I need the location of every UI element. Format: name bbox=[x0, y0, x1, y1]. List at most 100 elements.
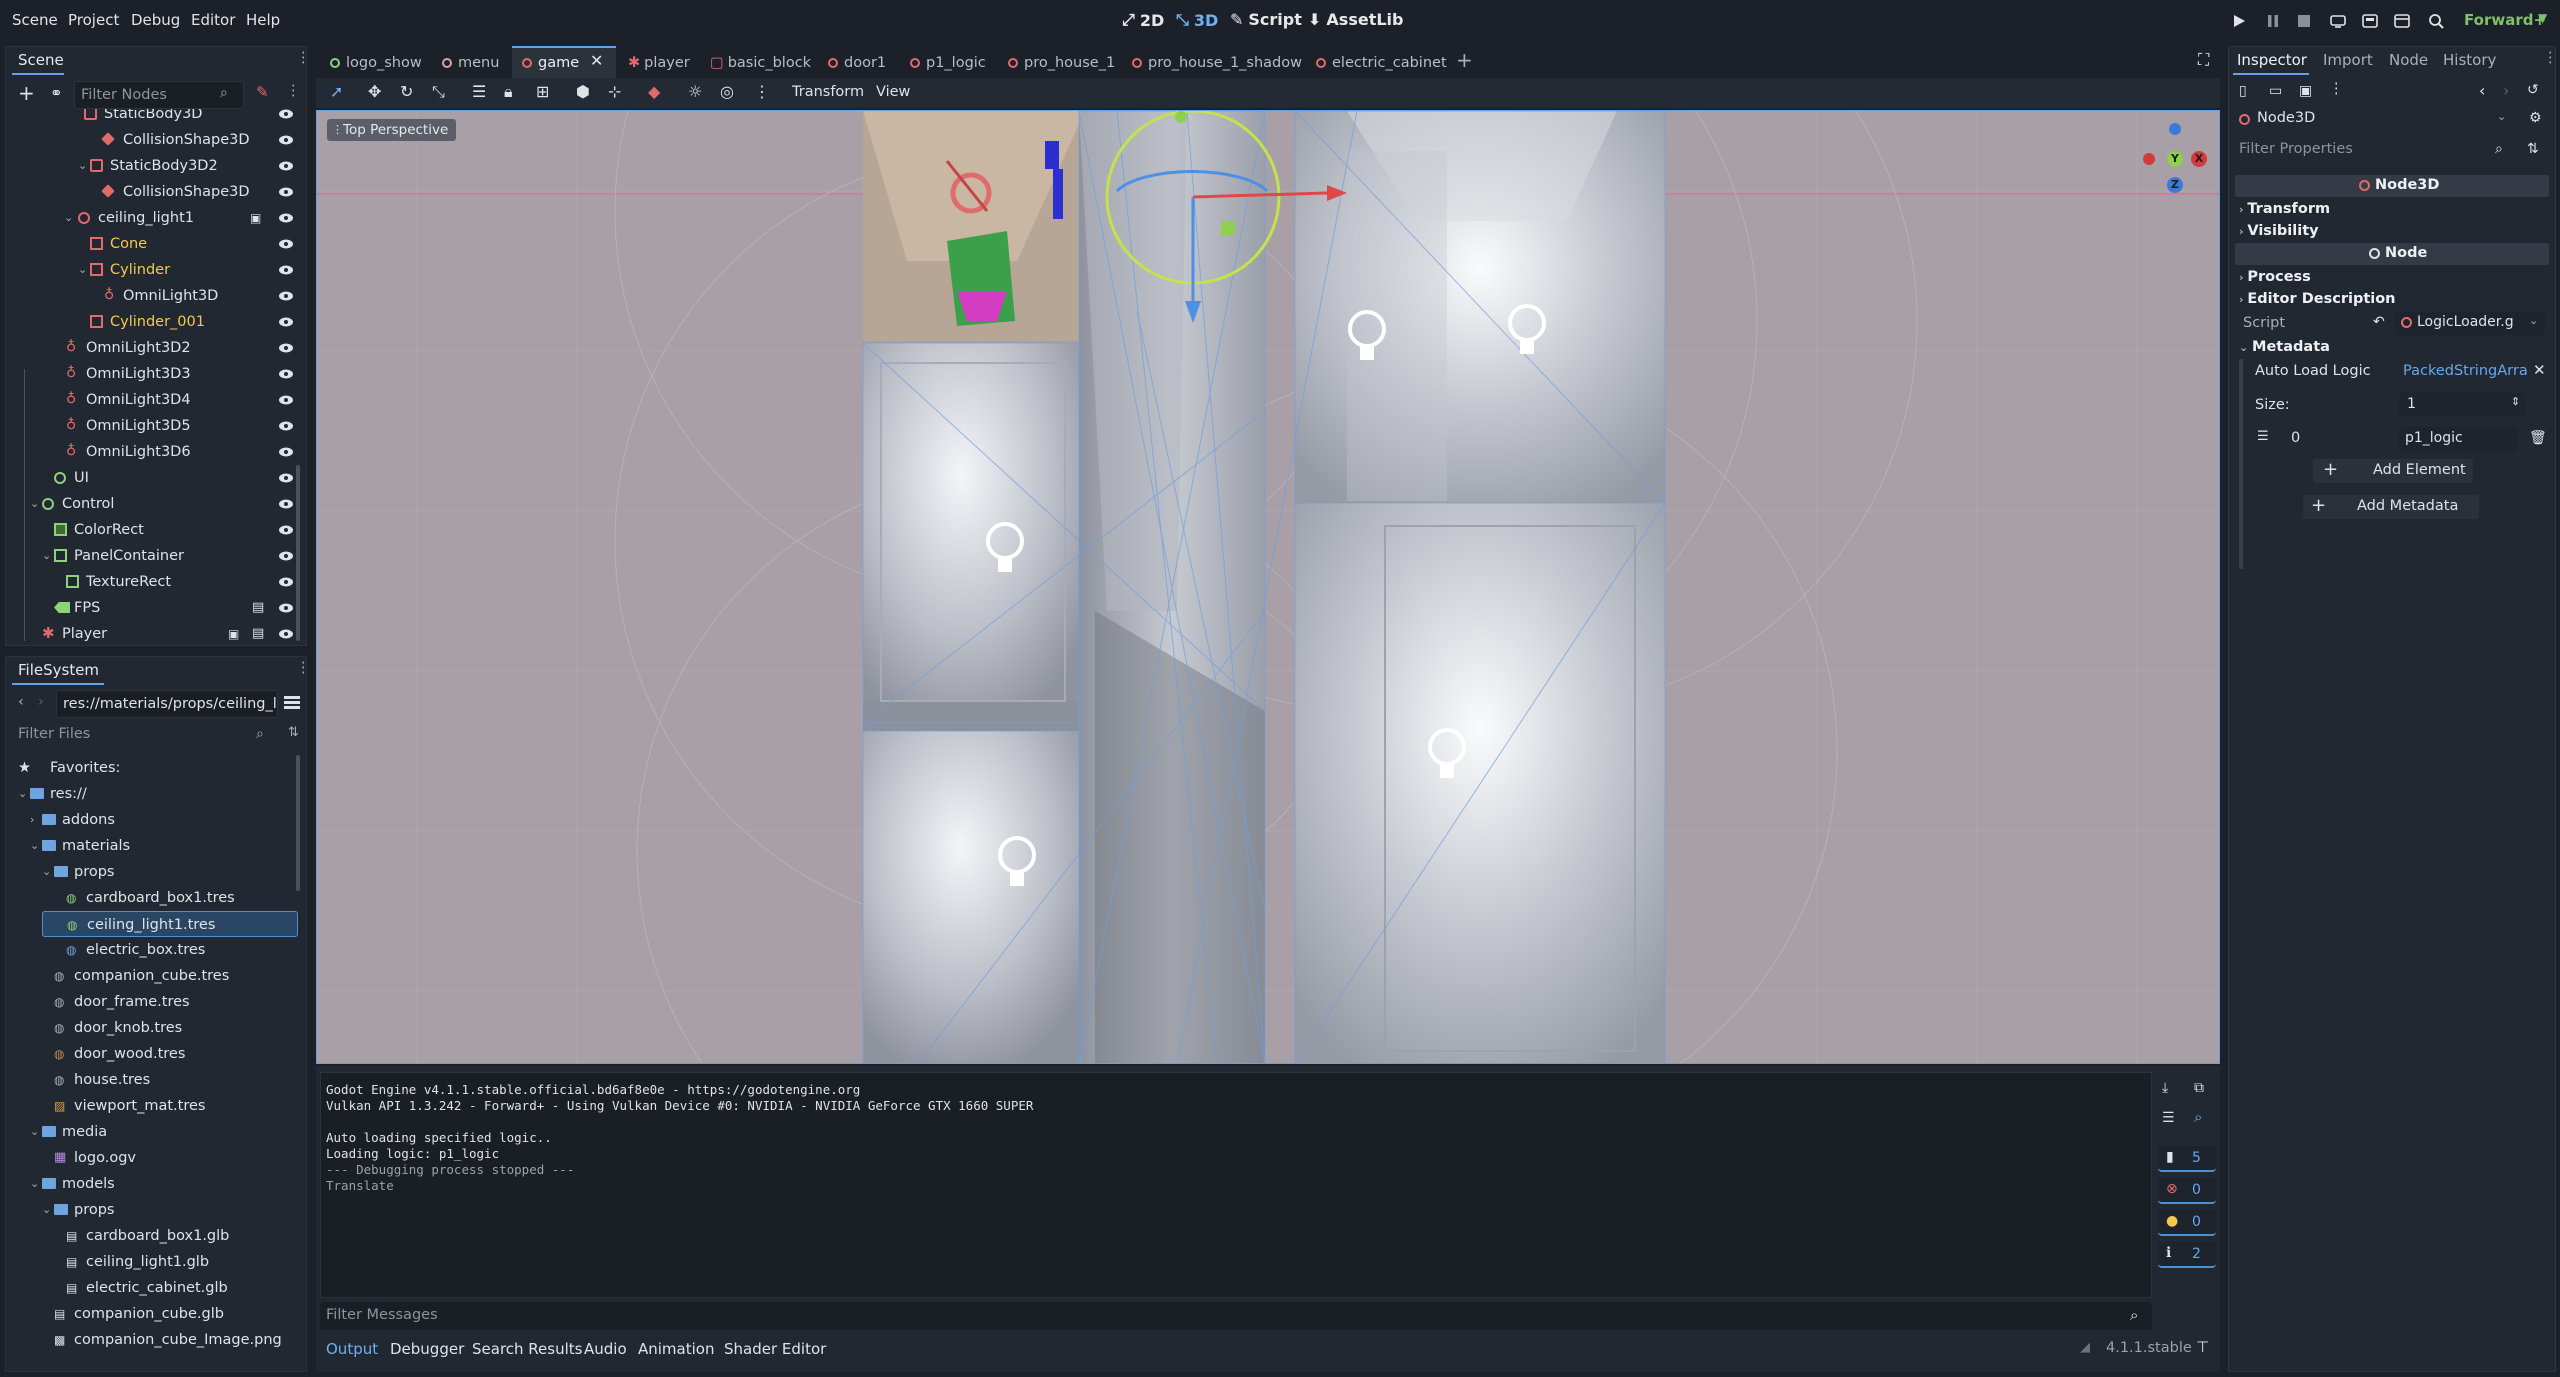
tab-menu[interactable]: menu bbox=[442, 48, 499, 78]
array-size-spinbox[interactable]: 1 ⇕ bbox=[2399, 393, 2525, 417]
chevron-down-icon[interactable]: ⌄ bbox=[30, 491, 39, 517]
visibility-icon[interactable] bbox=[278, 264, 294, 276]
tree-node-texturerect[interactable]: TextureRect bbox=[6, 569, 302, 595]
dock-menu-icon[interactable]: ⋮ bbox=[2543, 50, 2558, 66]
perspective-menu[interactable]: ⋮ Top Perspective bbox=[327, 119, 457, 141]
tree-node-control[interactable]: ⌄ Control bbox=[6, 491, 302, 517]
mode-assetlib-button[interactable]: ⬇ AssetLib bbox=[1308, 10, 1403, 29]
tab-debugger[interactable]: Debugger bbox=[390, 1340, 464, 1358]
visibility-icon[interactable] bbox=[278, 186, 294, 198]
add-element-button[interactable]: + Add Element bbox=[2313, 459, 2473, 483]
visibility-icon[interactable] bbox=[278, 134, 294, 146]
visibility-icon[interactable] bbox=[278, 290, 294, 302]
tab-p1-logic[interactable]: p1_logic bbox=[910, 48, 986, 78]
select-tool-icon[interactable]: ➚ bbox=[330, 82, 343, 101]
layout-toggle-icon[interactable] bbox=[284, 696, 300, 710]
axis-z-dot[interactable]: Z bbox=[2167, 177, 2183, 193]
chevron-down-icon[interactable]: ⌄ bbox=[64, 205, 73, 231]
error-filter-toggle[interactable]: ⊗ 0 bbox=[2158, 1178, 2216, 1204]
tree-node-cone[interactable]: Cone bbox=[6, 231, 302, 257]
remove-metadata-icon[interactable]: ✕ bbox=[2533, 361, 2546, 379]
view-menu[interactable]: View bbox=[876, 84, 910, 100]
scene-menu-icon[interactable]: ⋮ bbox=[286, 83, 301, 99]
local-space-icon[interactable]: ⬢ bbox=[576, 82, 590, 101]
pause-icon[interactable] bbox=[2266, 14, 2280, 28]
scene-instance-icon[interactable]: ▣ bbox=[250, 205, 261, 231]
list-select-icon[interactable]: ☰ bbox=[472, 82, 486, 101]
snap-icon[interactable]: ⊹ bbox=[608, 82, 621, 101]
tree-node-player[interactable]: ✱ Player ▣ ▤ bbox=[6, 621, 302, 641]
info-filter-toggle[interactable]: ℹ2 bbox=[2158, 1242, 2216, 1268]
visibility-icon[interactable] bbox=[278, 602, 294, 614]
visibility-icon[interactable] bbox=[278, 212, 294, 224]
section-metadata[interactable]: ⌄ Metadata bbox=[2239, 339, 2330, 355]
trash-icon[interactable]: 🗑︎ bbox=[2529, 430, 2547, 446]
property-settings-icon[interactable]: ⇅ bbox=[2527, 141, 2539, 157]
tree-node-omnilight3d3[interactable]: ♁ OmniLight3D3 bbox=[6, 361, 302, 387]
visibility-icon[interactable] bbox=[278, 238, 294, 250]
visibility-icon[interactable] bbox=[278, 472, 294, 484]
remote-debug-icon[interactable] bbox=[2330, 14, 2346, 28]
section-transform[interactable]: › Transform bbox=[2239, 201, 2330, 217]
play-custom-scene-icon[interactable] bbox=[2394, 14, 2410, 28]
rotate-tool-icon[interactable]: ↻ bbox=[400, 82, 413, 101]
tab-door1[interactable]: door1 bbox=[828, 48, 886, 78]
section-editor-description[interactable]: › Editor Description bbox=[2239, 291, 2396, 307]
tree-node-omnilight3d6[interactable]: ♁ OmniLight3D6 bbox=[6, 439, 302, 465]
script-resource-picker[interactable]: LogicLoader.g ⌄ bbox=[2395, 311, 2545, 335]
viewport-3d[interactable]: ⋮ Top Perspective Y X Z bbox=[316, 110, 2220, 1064]
axis-gizmo[interactable]: Y X Z bbox=[2135, 119, 2215, 199]
tab-player[interactable]: ✱ player bbox=[628, 48, 690, 78]
axis-neg-z-dot[interactable] bbox=[2169, 123, 2181, 135]
axis-x-dot[interactable]: X bbox=[2191, 151, 2207, 167]
mode-2d-button[interactable]: ⤢ 2D bbox=[1122, 10, 1164, 30]
visibility-icon[interactable] bbox=[278, 342, 294, 354]
file-tree-scrollbar[interactable] bbox=[296, 755, 300, 891]
visibility-icon[interactable] bbox=[278, 576, 294, 588]
collapse-messages-icon[interactable]: ☰ bbox=[2162, 1110, 2175, 1126]
visibility-icon[interactable] bbox=[278, 368, 294, 380]
warning-filter-toggle[interactable]: ● 0 bbox=[2158, 1210, 2216, 1236]
back-arrow-icon[interactable]: ‹ bbox=[2479, 81, 2485, 100]
tab-game[interactable]: game bbox=[522, 48, 579, 78]
link-icon[interactable]: ⚭ bbox=[50, 84, 63, 102]
dock-menu-icon[interactable]: ⋮ bbox=[296, 660, 306, 676]
add-node-icon[interactable]: + bbox=[18, 81, 35, 105]
stop-icon[interactable] bbox=[2298, 15, 2310, 27]
more-options-icon[interactable]: ⋮ bbox=[754, 82, 770, 101]
tab-output[interactable]: Output bbox=[326, 1340, 378, 1358]
tab-node[interactable]: Node bbox=[2389, 51, 2428, 69]
visibility-icon[interactable] bbox=[278, 524, 294, 536]
tree-node-omnilight3d5[interactable]: ♁ OmniLight3D5 bbox=[6, 413, 302, 439]
visibility-icon[interactable] bbox=[278, 498, 294, 510]
tab-pro-house-1[interactable]: pro_house_1 bbox=[1008, 48, 1115, 78]
renderer-selector[interactable]: Forward+ bbox=[2464, 11, 2546, 29]
chevron-down-icon[interactable]: ⌄ bbox=[18, 781, 27, 807]
forward-arrow-icon[interactable]: › bbox=[38, 694, 44, 710]
tree-node-cylinder-001[interactable]: Cylinder_001 bbox=[6, 309, 302, 335]
menu-scene[interactable]: Scene bbox=[12, 11, 58, 29]
menu-help[interactable]: Help bbox=[246, 11, 280, 29]
forward-arrow-icon[interactable]: › bbox=[2503, 81, 2509, 100]
tree-node-panelcontainer[interactable]: ⌄ PanelContainer bbox=[6, 543, 302, 569]
lock-icon[interactable]: 🔒︎ bbox=[504, 82, 513, 102]
tree-node-collisionshape3d[interactable]: CollisionShape3D bbox=[6, 127, 302, 153]
chevron-down-icon[interactable]: ⌄ bbox=[30, 1171, 39, 1197]
chevron-down-icon[interactable]: ⌄ bbox=[78, 153, 87, 179]
file-ceiling-light1-tres[interactable]: ◍ ceiling_light1.tres bbox=[42, 911, 298, 937]
chevron-down-icon[interactable]: ⌄ bbox=[30, 833, 39, 859]
scene-instance-icon[interactable]: ▣ bbox=[228, 621, 239, 641]
load-resource-icon[interactable]: ▭ bbox=[2269, 83, 2282, 99]
visibility-icon[interactable] bbox=[278, 160, 294, 172]
tree-node-collisionshape3d[interactable]: CollisionShape3D bbox=[6, 179, 302, 205]
revert-icon[interactable]: ↶ bbox=[2373, 314, 2385, 330]
visibility-icon[interactable] bbox=[278, 628, 294, 640]
tree-node-staticbody3d[interactable]: StaticBody3D bbox=[6, 109, 302, 127]
section-visibility[interactable]: › Visibility bbox=[2239, 223, 2319, 239]
filter-files-input[interactable]: Filter Files bbox=[12, 721, 280, 749]
chevron-down-icon[interactable]: ⌄ bbox=[42, 543, 51, 569]
object-selector[interactable]: Node3D ⌄ bbox=[2233, 109, 2515, 131]
close-tab-icon[interactable]: ✕ bbox=[590, 51, 603, 70]
tab-basic-block[interactable]: ▢ basic_block bbox=[710, 48, 811, 78]
tab-inspector[interactable]: Inspector bbox=[2237, 51, 2307, 69]
